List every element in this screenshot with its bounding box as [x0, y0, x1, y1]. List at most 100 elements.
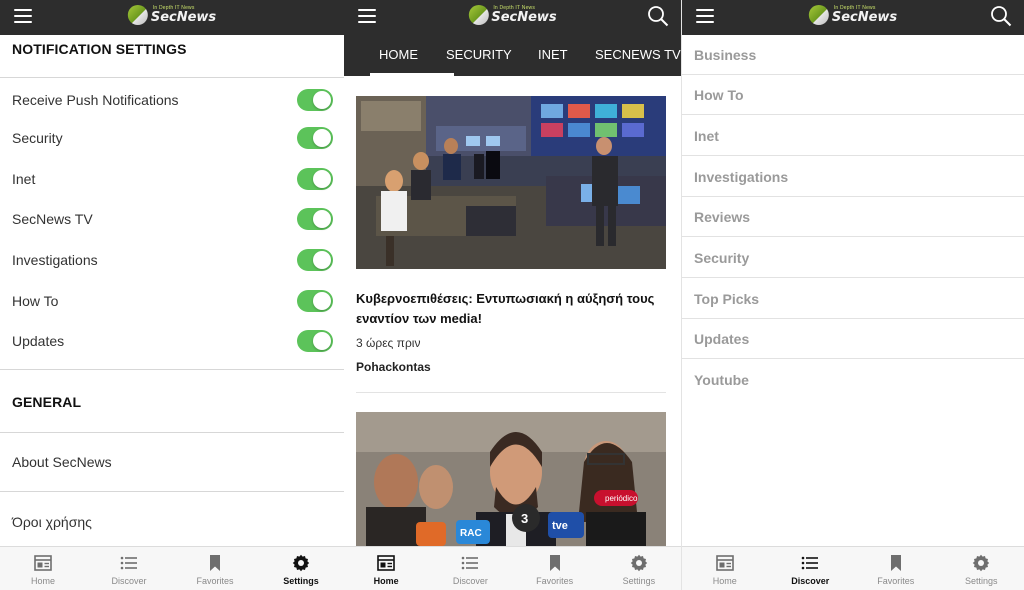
gear-icon	[973, 554, 990, 572]
setting-row-inet: Inet	[0, 160, 344, 198]
article-time: 3 ώρες πριν	[356, 336, 421, 350]
gear-icon	[292, 554, 310, 572]
category-label: Youtube	[694, 372, 749, 388]
tab-inet[interactable]: INET	[538, 47, 568, 62]
nav-label: Favorites	[877, 576, 915, 586]
setting-row-security: Security	[0, 119, 344, 157]
divider	[0, 369, 344, 370]
nav-home[interactable]: Home	[0, 547, 86, 590]
list-icon	[801, 556, 819, 570]
setting-row-investigations: Investigations	[0, 241, 344, 279]
logo-name: SecNews	[150, 10, 217, 25]
tab-security[interactable]: SECURITY	[446, 47, 512, 62]
home-icon	[715, 555, 734, 571]
notification-settings-title: NOTIFICATION SETTINGS	[12, 41, 187, 57]
nav-label: Favorites	[536, 576, 574, 586]
top-bar: In Depth IT News SecNews	[344, 0, 681, 35]
logo-name: SecNews	[831, 10, 898, 25]
menu-icon[interactable]	[358, 9, 376, 23]
tab-secnews-tv[interactable]: SECNEWS TV	[595, 47, 681, 62]
category-item-how-to[interactable]: How To	[682, 75, 1024, 115]
bottom-nav: Home Discover Favorites Settings	[682, 546, 1024, 590]
setting-label: SecNews TV	[12, 211, 93, 227]
nav-label: Discover	[791, 576, 830, 586]
nav-label: Favorites	[196, 576, 234, 586]
category-label: Business	[694, 46, 757, 63]
nav-favorites[interactable]: Favorites	[853, 547, 939, 590]
tab-home[interactable]: HOME	[379, 47, 418, 62]
nav-home[interactable]: Home	[344, 547, 428, 590]
nav-settings[interactable]: Settings	[939, 547, 1024, 590]
menu-icon[interactable]	[14, 9, 32, 23]
nav-discover[interactable]: Discover	[428, 547, 512, 590]
security-toggle[interactable]	[297, 127, 333, 149]
investigations-toggle[interactable]	[297, 249, 333, 271]
list-icon	[462, 556, 479, 570]
news-screen: In Depth IT News SecNews HOME SECURITY I…	[344, 0, 681, 590]
article-image-newsroom[interactable]	[356, 96, 666, 269]
push-notifications-toggle[interactable]	[297, 89, 333, 111]
logo-name: SecNews	[491, 10, 557, 25]
category-item-business[interactable]: Business	[682, 35, 1024, 75]
secnews-logo: In Depth IT News SecNews	[808, 2, 898, 28]
divider	[0, 432, 344, 433]
category-label: Updates	[694, 330, 750, 347]
nav-settings[interactable]: Settings	[258, 547, 344, 590]
menu-icon[interactable]	[696, 9, 714, 23]
general-title: GENERAL	[12, 394, 82, 410]
search-icon[interactable]	[990, 5, 1012, 27]
category-item-investigations[interactable]: Investigations	[682, 157, 1024, 197]
category-label: How To	[694, 86, 744, 103]
nav-home[interactable]: Home	[682, 547, 768, 590]
logo-mark-icon	[808, 5, 829, 25]
category-item-updates[interactable]: Updates	[682, 319, 1024, 359]
divider	[0, 77, 344, 78]
nav-label: Settings	[622, 576, 656, 586]
category-item-security[interactable]: Security	[682, 238, 1024, 278]
nav-settings[interactable]: Settings	[597, 547, 681, 590]
setting-label: How To	[12, 293, 59, 309]
inet-toggle[interactable]	[297, 168, 333, 190]
active-tab-indicator	[370, 73, 454, 76]
bottom-nav: Home Discover Favorites Settings	[344, 546, 681, 590]
category-item-reviews[interactable]: Reviews	[682, 197, 1024, 237]
nav-discover[interactable]: Discover	[768, 547, 854, 590]
nav-label: Home	[712, 576, 737, 586]
article-image-press[interactable]: periódico 3 tve RAC	[356, 412, 666, 546]
setting-label: Receive Push Notifications	[12, 92, 179, 108]
terms-of-use-link[interactable]: Όροι χρήσης	[12, 514, 92, 530]
nav-favorites[interactable]: Favorites	[172, 547, 258, 590]
settings-screen: In Depth IT News SecNews NOTIFICATION SE…	[0, 0, 344, 590]
category-label: Security	[694, 249, 750, 266]
setting-label: Investigations	[12, 252, 98, 268]
nav-label: Home	[30, 576, 55, 586]
microphone-label: 3	[521, 511, 528, 526]
nav-discover[interactable]: Discover	[86, 547, 172, 590]
category-tabs: HOME SECURITY INET SECNEWS TV	[344, 35, 681, 76]
discover-screen: In Depth IT News SecNews Business How To…	[681, 0, 1024, 590]
about-secnews-link[interactable]: About SecNews	[12, 454, 112, 470]
nav-label: Discover	[452, 576, 488, 586]
home-icon	[34, 555, 52, 571]
category-item-youtube[interactable]: Youtube	[682, 360, 1024, 400]
bookmark-icon	[890, 555, 901, 571]
category-item-inet[interactable]: Inet	[682, 116, 1024, 156]
secnews-logo: In Depth IT News SecNews	[127, 2, 217, 28]
secnews-logo: In Depth IT News SecNews	[468, 2, 557, 28]
setting-row-push: Receive Push Notifications	[0, 81, 344, 119]
search-icon[interactable]	[647, 5, 669, 27]
bookmark-icon	[549, 555, 560, 571]
setting-row-how-to: How To	[0, 282, 344, 320]
list-icon	[120, 556, 137, 570]
article-title[interactable]: Κυβερνοεπιθέσεις: Εντυπωσιακή η αύξησή τ…	[356, 289, 672, 329]
nav-favorites[interactable]: Favorites	[513, 547, 597, 590]
updates-toggle[interactable]	[297, 330, 333, 352]
gear-icon	[630, 554, 648, 572]
bottom-nav: Home Discover Favorites Settings	[0, 546, 344, 590]
divider	[356, 392, 666, 393]
setting-row-secnews-tv: SecNews TV	[0, 200, 344, 238]
how-to-toggle[interactable]	[297, 290, 333, 312]
category-item-top-picks[interactable]: Top Picks	[682, 279, 1024, 319]
secnews-tv-toggle[interactable]	[297, 208, 333, 230]
nav-label: Settings	[964, 576, 998, 586]
